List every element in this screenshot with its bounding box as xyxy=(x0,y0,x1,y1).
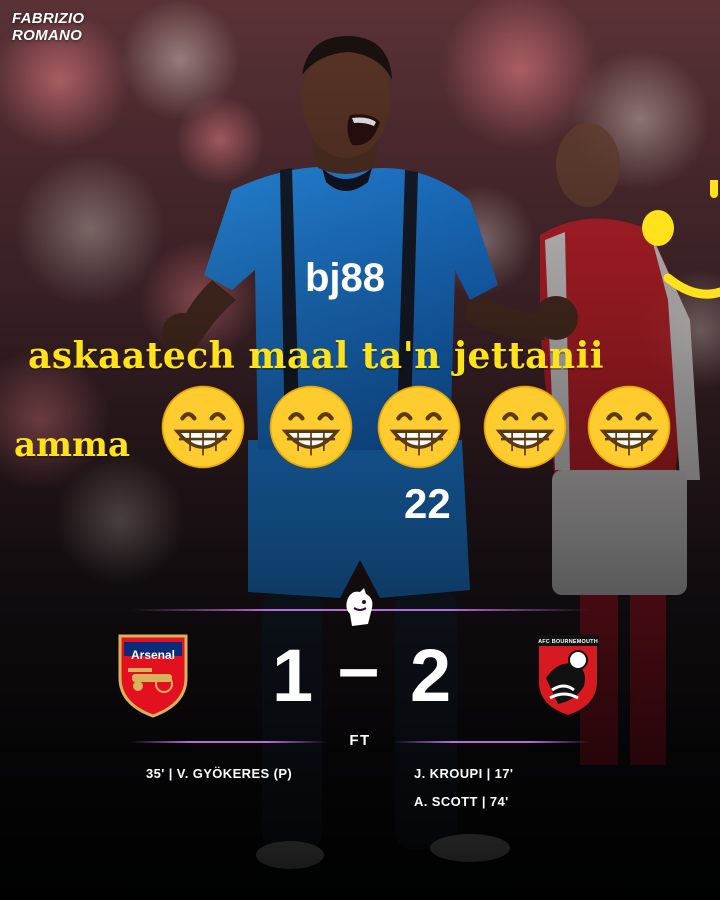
score-separator: – xyxy=(338,626,380,709)
grinning-face-icon xyxy=(587,385,671,469)
partial-smiley-icon xyxy=(642,180,720,299)
caption-line-2: amma xyxy=(14,425,131,465)
away-scorer: A. SCOTT | 74' xyxy=(414,794,509,809)
arsenal-crest-text: Arsenal xyxy=(130,648,176,662)
grinning-face-icon xyxy=(161,385,245,469)
post-image: bj88 22 FABRIZIO ROMANO askaatech maal t… xyxy=(0,0,720,900)
bournemouth-crest-icon xyxy=(537,635,599,718)
watermark-line2: ROMANO xyxy=(12,27,83,44)
bournemouth-crest-text: AFC BOURNEMOUTH xyxy=(538,639,598,645)
watermark: FABRIZIO ROMANO xyxy=(12,10,84,44)
caption-line-1: askaatech maal ta'n jettanii xyxy=(28,335,605,377)
divider-bottom-left xyxy=(130,741,328,743)
grinning-face-icon xyxy=(483,385,567,469)
home-score: 1 xyxy=(272,634,314,717)
premier-league-lion-icon xyxy=(346,588,373,626)
divider-bottom-right xyxy=(392,741,590,743)
arsenal-crest-icon xyxy=(118,634,188,718)
away-score: 2 xyxy=(410,634,452,717)
shorts-number: 22 xyxy=(404,480,451,527)
away-scorer: J. KROUPI | 17' xyxy=(414,766,514,781)
home-scorer: 35' | V. GYÖKERES (P) xyxy=(146,766,293,781)
shirt-sponsor: bj88 xyxy=(304,256,386,300)
grinning-face-icon xyxy=(377,385,461,469)
match-status: FT xyxy=(349,732,371,749)
grinning-face-icon xyxy=(269,385,353,469)
watermark-line1: FABRIZIO xyxy=(12,10,85,27)
